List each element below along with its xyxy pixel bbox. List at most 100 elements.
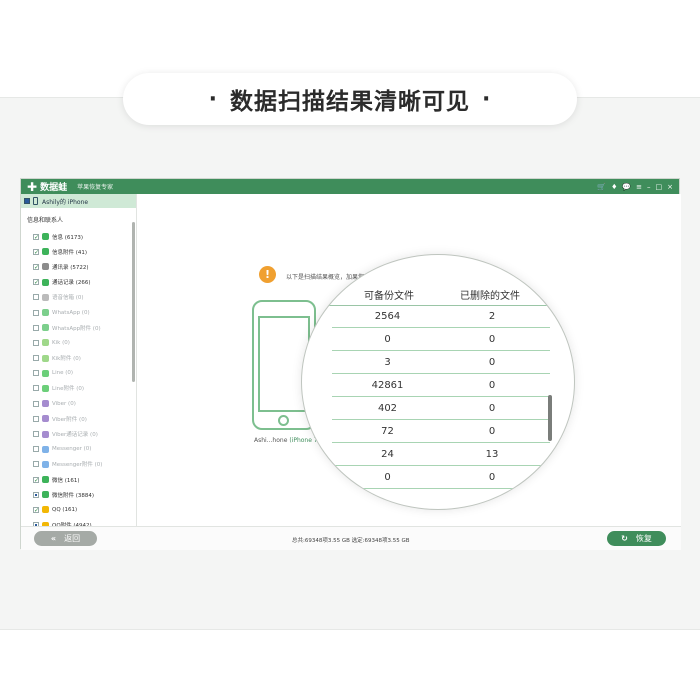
backupable-count: 3 [384, 356, 391, 368]
sidebar-item[interactable]: Viber附件 (0) [21, 411, 136, 426]
sidebar-item[interactable]: ✓ 通讯录 (5722) [21, 259, 136, 274]
table-row: 72 0 [332, 420, 550, 443]
selection-summary: 总共:69348项3.55 GB 选定:69348项3.55 GB [292, 538, 410, 544]
table-row: 2564 2 [332, 305, 550, 328]
table-row: 402 0 [332, 397, 550, 420]
sidebar-item[interactable]: 微信附件 (3884) [21, 487, 136, 502]
diamond-icon[interactable]: ♦ [611, 183, 617, 191]
sidebar-item-label: Kik附件 (0) [52, 356, 81, 363]
app-name: 数据蛙 [40, 183, 68, 193]
item-checkbox[interactable] [33, 400, 39, 407]
sidebar-item[interactable]: ✓ 微信 (161) [21, 472, 136, 487]
restore-button[interactable]: ↻ 恢复 [607, 531, 666, 546]
close-icon[interactable]: × [667, 183, 673, 191]
item-checkbox[interactable] [33, 461, 39, 468]
title-bar: ✚ 数据蛙 苹果恢复专家 🛒 ♦ 💬 ≡ – □ × [21, 179, 679, 194]
item-checkbox[interactable] [33, 324, 39, 331]
device-item[interactable]: Ashily的 iPhone [21, 194, 136, 208]
sidebar-item-label: QQ (161) [52, 506, 78, 513]
backupable-count: 72 [381, 425, 394, 437]
sidebar-item[interactable]: WhatsApp (0) [21, 305, 136, 320]
sidebar-scrollbar[interactable] [132, 222, 135, 382]
chat-icon[interactable]: 💬 [622, 183, 631, 191]
device-checkbox[interactable] [24, 198, 30, 204]
deleted-count: 0 [488, 471, 496, 483]
sidebar-item-label: Viber附件 (0) [52, 416, 87, 423]
back-label: 返回 [64, 534, 81, 543]
item-checkbox[interactable] [33, 339, 39, 346]
item-checkbox[interactable] [33, 370, 39, 377]
app-icon [42, 460, 49, 468]
column-header-deleted: 已删除的文件 [460, 291, 520, 302]
sidebar-item[interactable]: Viber通话记录 (0) [21, 426, 136, 441]
sidebar-item-label: Line附件 (0) [52, 386, 85, 393]
item-checkbox[interactable]: ✓ [33, 233, 39, 240]
sidebar-item[interactable]: ✓ 通话记录 (266) [21, 275, 136, 290]
item-checkbox[interactable]: ✓ [33, 263, 39, 270]
results-table-header: 可备份文件 已删除的文件 [302, 283, 574, 303]
app-icon [42, 415, 49, 423]
item-checkbox[interactable] [33, 491, 39, 498]
item-checkbox[interactable] [33, 431, 39, 438]
sidebar-item[interactable]: ✓ 信息附件 (41) [21, 244, 136, 259]
item-checkbox[interactable] [33, 385, 39, 392]
menu-icon[interactable]: ≡ [636, 183, 642, 191]
phone-name: Ashi...hone [254, 437, 288, 444]
column-header-backupable: 可备份文件 [364, 291, 414, 302]
sidebar-item[interactable]: QQ附件 (4942) [21, 518, 136, 526]
item-checkbox[interactable] [33, 446, 39, 453]
sidebar-item-label: Viber通话记录 (0) [52, 432, 98, 439]
table-row: 24 13 [332, 443, 550, 466]
item-checkbox[interactable]: ✓ [33, 248, 39, 255]
sidebar-item[interactable]: Line (0) [21, 366, 136, 381]
sidebar-item[interactable]: 语音信箱 (0) [21, 290, 136, 305]
phone-caption: Ashi...hone (iPhone 7) [254, 437, 320, 444]
category-list: ✓ 信息 (6173) ✓ 信息附件 (41) ✓ 通讯录 (5722) ✓ 通话记录 (26… [21, 229, 136, 526]
sidebar-item-label: 微信 (161) [52, 477, 80, 484]
sidebar-item[interactable]: Line附件 (0) [21, 381, 136, 396]
app-icon [42, 293, 49, 301]
sidebar-item[interactable]: Viber (0) [21, 396, 136, 411]
warning-icon: ! [259, 266, 276, 283]
minimize-icon[interactable]: – [647, 183, 651, 191]
home-button-icon [278, 415, 289, 426]
app-icon [42, 491, 49, 499]
backupable-count: 0 [384, 471, 391, 483]
sidebar-item[interactable]: ✓ QQ (161) [21, 502, 136, 517]
sidebar-item-label: WhatsApp (0) [52, 309, 90, 316]
item-checkbox[interactable]: ✓ [33, 476, 39, 483]
table-row: 00 [332, 466, 550, 489]
headline-banner: · 数据扫描结果清晰可见 · [123, 73, 577, 125]
back-button[interactable]: « 返回 [34, 531, 97, 546]
item-checkbox[interactable]: ✓ [33, 506, 39, 513]
sidebar-item[interactable]: WhatsApp附件 (0) [21, 320, 136, 335]
item-checkbox[interactable] [33, 294, 39, 301]
sidebar-item[interactable]: Messenger附件 (0) [21, 457, 136, 472]
restore-icon: ↻ [621, 534, 628, 543]
sidebar-item-label: 通话记录 (266) [52, 280, 91, 287]
app-icon [42, 369, 49, 377]
sidebar-item[interactable]: Kik (0) [21, 335, 136, 350]
cart-icon[interactable]: 🛒 [597, 183, 606, 191]
results-scrollbar[interactable] [548, 395, 552, 441]
app-icon [42, 263, 49, 271]
item-checkbox[interactable] [33, 309, 39, 316]
item-checkbox[interactable]: ✓ [33, 279, 39, 286]
item-checkbox[interactable] [33, 415, 39, 422]
magnifier-lens: 可备份文件 已删除的文件 2564 2 0 0 3 0 42861 0 402 0 72 0 24 13 0… [301, 254, 575, 510]
backupable-count: 42861 [371, 379, 404, 391]
maximize-icon[interactable]: □ [656, 183, 663, 191]
item-checkbox[interactable] [33, 355, 39, 362]
headline-bullet-left: · [208, 86, 218, 112]
sidebar-item-label: Viber (0) [52, 400, 76, 407]
sidebar: Ashily的 iPhone 信息和联系人 ✓ 信息 (6173) ✓ 信息附件 (4… [21, 194, 137, 526]
headline-text: 数据扫描结果清晰可见 [230, 89, 470, 115]
sidebar-item[interactable]: Messenger (0) [21, 442, 136, 457]
notice-text: 以下是扫描结果概览，加果您 [286, 274, 365, 281]
sidebar-item[interactable]: ✓ 信息 (6173) [21, 229, 136, 244]
sidebar-item[interactable]: Kik附件 (0) [21, 351, 136, 366]
double-chevron-left-icon: « [50, 534, 57, 543]
app-icon [42, 233, 49, 241]
table-row: 30 [332, 351, 550, 374]
phone-icon [33, 197, 38, 205]
